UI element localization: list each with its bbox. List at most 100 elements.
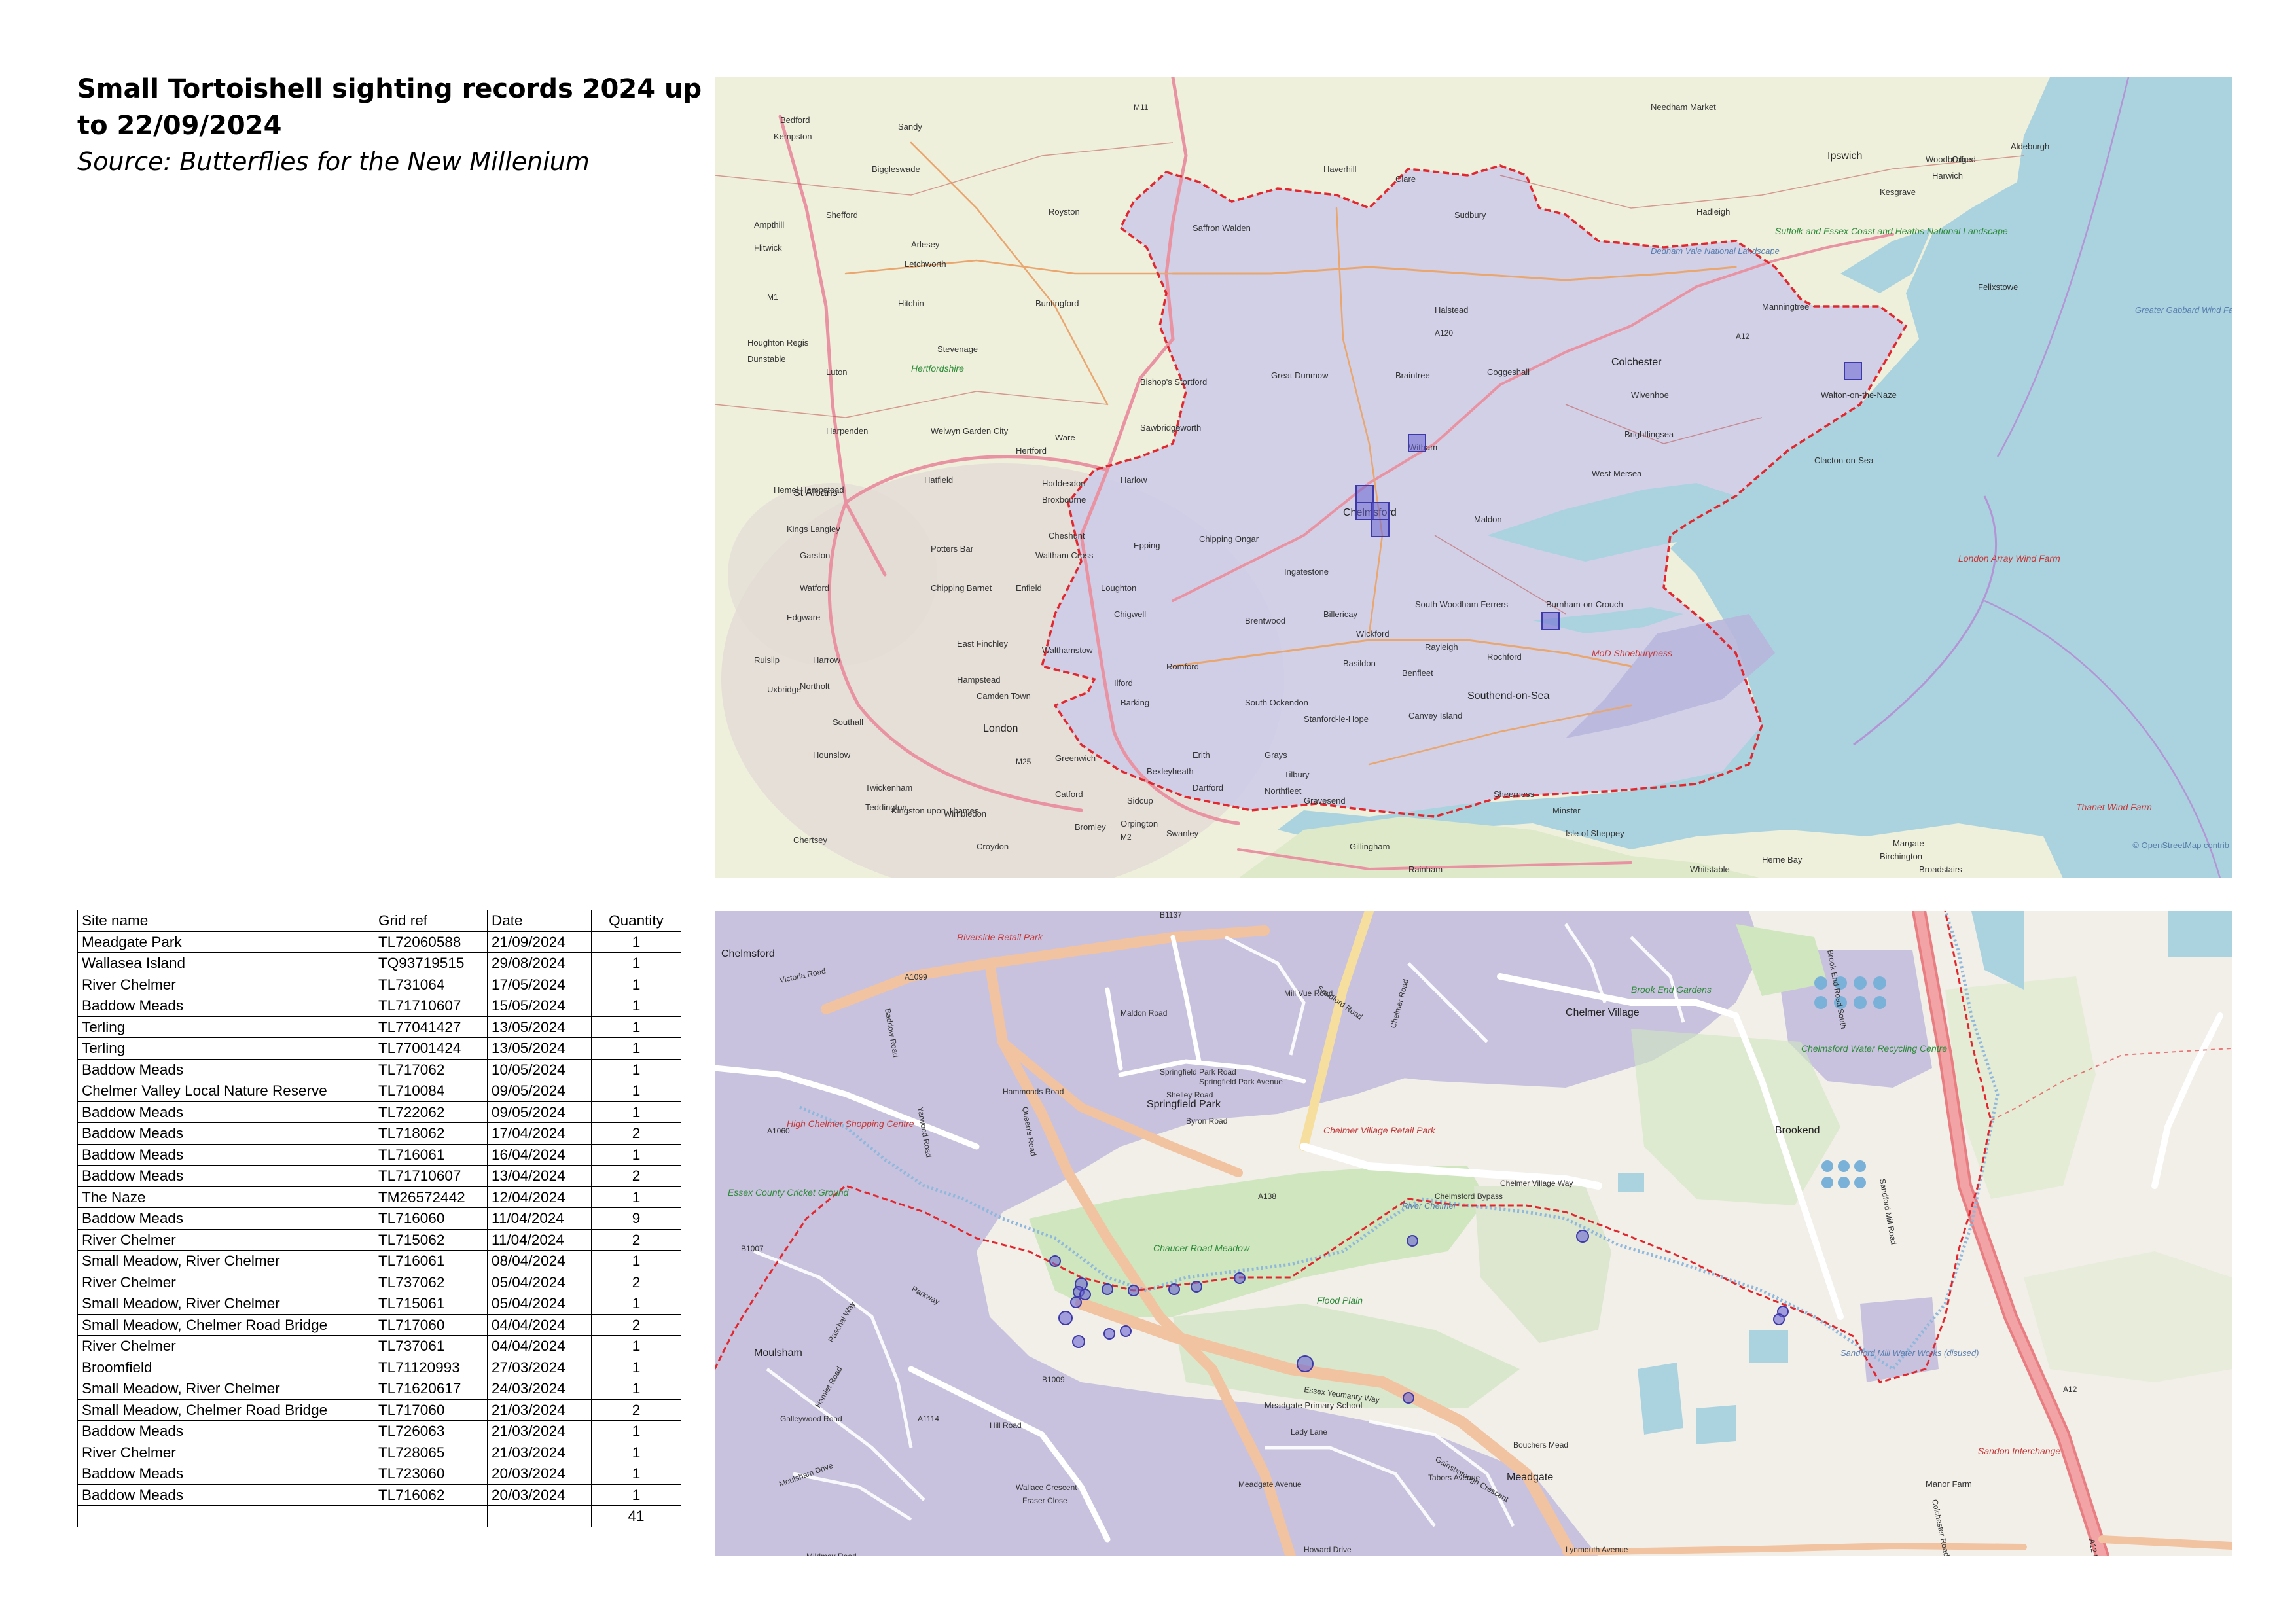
sighting-marker[interactable] [1103,1328,1115,1340]
table-row: Baddow Meads TL718062 17/04/2024 2 [77,1122,681,1145]
sighting-marker[interactable] [1070,1296,1082,1308]
place-label: Harrow [813,655,841,665]
cell-date: 17/04/2024 [487,1122,592,1145]
cell-site-name: Baddow Meads [77,1463,374,1485]
cell-site-name: Wallasea Island [77,952,374,974]
sighting-square-wallasea[interactable] [1541,612,1560,630]
street-label: Byron Road [1186,1116,1227,1126]
detail-map[interactable]: Chelmsford Chelmer Village Springfield Par… [715,911,2232,1556]
header-date: Date [487,910,592,932]
sighting-marker[interactable] [1407,1235,1418,1247]
place-label: Chipping Barnet [931,583,992,593]
cell-quantity: 2 [591,1122,681,1145]
place-label: Romford [1166,662,1199,671]
place-label: Welwyn Garden City [931,426,1009,436]
place-label: Felixstowe [1978,282,2018,292]
sighting-marker[interactable] [1072,1335,1085,1348]
place-label: Margate [1893,838,1924,848]
cell-quantity: 1 [591,952,681,974]
detail-place-label: Moulsham [754,1347,802,1359]
cell-quantity: 2 [591,1271,681,1293]
place-label: East Finchley [957,639,1009,649]
road-ref-label: A1099 [905,972,927,982]
sighting-marker[interactable] [1773,1313,1785,1325]
cell-site-name: Baddow Meads [77,1122,374,1145]
detail-area-label: Riverside Retail Park [957,932,1043,942]
table-row: River Chelmer TL737062 05/04/2024 2 [77,1271,681,1293]
table-row: Small Meadow, Chelmer Road Bridge TL71706… [77,1399,681,1421]
cell-grid-ref: TL710084 [374,1080,488,1102]
sighting-marker[interactable] [1049,1255,1061,1267]
sighting-marker[interactable] [1058,1311,1073,1325]
overview-map[interactable]: Bedford Kempston Sandy Biggleswade Shefford A… [715,77,2232,878]
sighting-marker[interactable] [1403,1392,1414,1404]
place-label: Luton [826,367,848,377]
source-caption: Source: Butterflies for the New Milleniu… [77,147,590,176]
pond-3 [1749,1330,1788,1363]
cell-site-name: River Chelmer [77,973,374,995]
sighting-square-chelmsford-1[interactable] [1371,502,1390,520]
sighting-square-chelmsford-2[interactable] [1371,519,1390,537]
place-label: Ruislip [754,655,780,665]
street-label: Chelmer Village Way [1500,1179,1573,1188]
place-label: Benfleet [1402,668,1433,678]
place-label: Houghton Regis [747,338,809,348]
cell-date: 04/04/2024 [487,1313,592,1336]
place-label: Dunstable [747,354,786,364]
sighting-square-broomfield[interactable] [1355,485,1374,503]
place-label: Ampthill [754,220,784,230]
cell-date: 05/04/2024 [487,1271,592,1293]
place-label: Harpenden [826,426,868,436]
place-label: Sudbury [1454,210,1486,220]
cell-quantity: 2 [591,1399,681,1421]
area-label: London Array Wind Farm [1958,553,2060,563]
street-label: Springfield Park Avenue [1199,1077,1283,1086]
table-row: Small Meadow, Chelmer Road Bridge TL71706… [77,1313,681,1336]
place-label: Chigwell [1114,609,1146,619]
table-row: River Chelmer TL731064 17/05/2024 1 [77,973,681,995]
place-label: Herne Bay [1762,855,1803,865]
sighting-marker[interactable] [1128,1285,1139,1296]
table-row: Baddow Meads TL726063 21/03/2024 1 [77,1420,681,1442]
cell-date: 17/05/2024 [487,973,592,995]
road-ref-label: M2 [1121,832,1132,842]
detail-area-label: Sandford Mill Water Works (disused) [1840,1348,1979,1358]
place-label: Hemel Hempstead [774,485,844,495]
sighting-marker[interactable] [1168,1283,1180,1295]
cell-grid-ref: TL72060588 [374,931,488,953]
street-label: Mildmay Road [806,1552,857,1556]
cell-quantity: 2 [591,1313,681,1336]
sighting-marker[interactable] [1191,1281,1202,1293]
table-row: Terling TL77001424 13/05/2024 1 [77,1037,681,1060]
road-ref-label: A12 [1736,332,1750,341]
cell-quantity: 1 [591,1037,681,1060]
sighting-marker[interactable] [1576,1230,1589,1243]
place-label: Birchington [1880,851,1922,861]
cell-grid-ref: TL716060 [374,1207,488,1230]
sighting-square-terling[interactable] [1408,434,1426,452]
place-label: Enfield [1016,583,1042,593]
cell-grid-ref: TL718062 [374,1122,488,1145]
table-row: Terling TL77041427 13/05/2024 1 [77,1016,681,1038]
place-label: Aldeburgh [2011,141,2049,151]
sighting-marker[interactable] [1120,1325,1132,1337]
place-label: Camden Town [977,691,1031,701]
cell-quantity: 2 [591,1228,681,1251]
cell-date: 11/04/2024 [487,1228,592,1251]
place-label: Great Dunmow [1271,370,1329,380]
sighting-marker[interactable] [1079,1289,1091,1300]
sighting-marker-large[interactable] [1297,1355,1314,1372]
cell-date: 09/05/2024 [487,1080,592,1102]
sighting-square-the-naze[interactable] [1844,362,1862,380]
place-label: Greenwich [1055,753,1096,763]
sighting-marker[interactable] [1234,1272,1246,1284]
sighting-square-chelmer-valley[interactable] [1355,502,1374,520]
place-label: Grays [1265,750,1287,760]
place-label: Erith [1193,750,1210,760]
cell-grid-ref: TL717062 [374,1058,488,1080]
table-row: Wallasea Island TQ93719515 29/08/2024 1 [77,952,681,974]
cell-date: 21/03/2024 [487,1420,592,1442]
cell-quantity: 1 [591,1101,681,1123]
sighting-marker[interactable] [1102,1283,1113,1295]
cell-grid-ref: TL716061 [374,1143,488,1166]
